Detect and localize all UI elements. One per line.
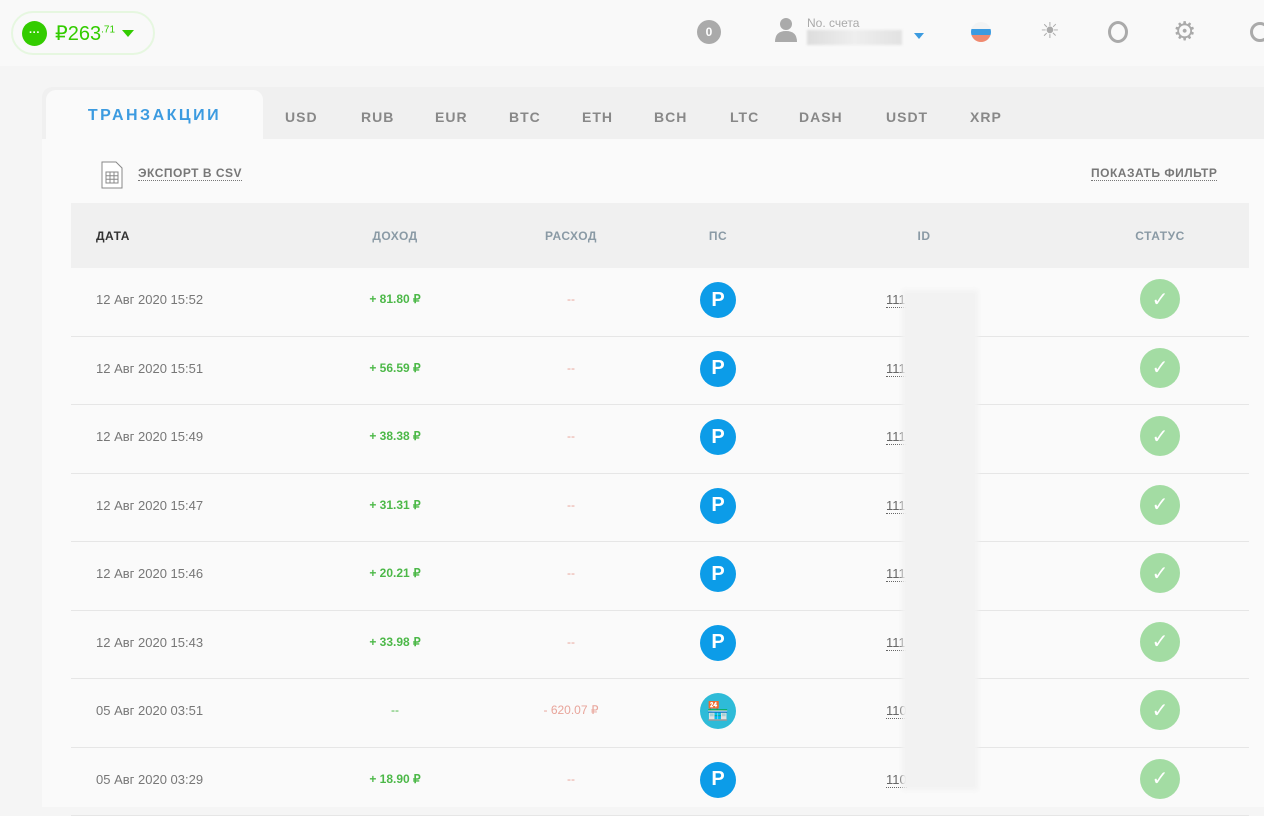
row-expense: -- — [567, 361, 575, 375]
tab-xrp[interactable]: XRP — [970, 109, 1002, 125]
balance-dropdown[interactable]: ··· ₽263.71 — [11, 11, 155, 55]
row-income: + 33.98 ₽ — [369, 635, 420, 649]
row-date: 05 Авг 2020 03:29 — [96, 772, 203, 787]
status-success-icon: ✓ — [1140, 553, 1180, 593]
row-expense: - 620.07 ₽ — [543, 703, 598, 717]
table-row: 12 Авг 2020 15:49 + 38.38 ₽ -- P 111 ✓ — [71, 405, 1249, 474]
row-expense: -- — [567, 429, 575, 443]
balance-amount: ₽263.71 — [55, 21, 115, 46]
row-income: + 81.80 ₽ — [369, 292, 420, 306]
chevron-down-icon — [914, 33, 924, 39]
payeer-icon: P — [700, 282, 736, 318]
support-icon[interactable] — [1108, 21, 1128, 43]
flag-ru-icon[interactable] — [971, 22, 991, 42]
row-income: + 18.90 ₽ — [369, 772, 420, 786]
col-status: СТАТУС — [1135, 229, 1184, 243]
table-row: 12 Авг 2020 15:52 + 81.80 ₽ -- P 111 ✓ — [71, 268, 1249, 337]
gear-icon[interactable]: ⚙ — [1173, 16, 1196, 47]
payeer-icon: P — [700, 556, 736, 592]
shop-icon: 🏪 — [700, 693, 736, 729]
col-ps: ПС — [709, 229, 727, 243]
row-income: + 38.38 ₽ — [369, 429, 420, 443]
row-expense: -- — [567, 566, 575, 580]
payeer-icon: P — [700, 625, 736, 661]
row-date: 12 Авг 2020 15:43 — [96, 635, 203, 650]
col-date: ДАТА — [96, 229, 130, 243]
tab-eth[interactable]: ETH — [582, 109, 613, 125]
status-success-icon: ✓ — [1140, 485, 1180, 525]
row-income: + 56.59 ₽ — [369, 361, 420, 375]
row-expense: -- — [567, 498, 575, 512]
payeer-icon: P — [700, 762, 736, 798]
more-icon: ··· — [22, 21, 47, 46]
row-income: -- — [391, 703, 399, 717]
show-filter-link[interactable]: ПОКАЗАТЬ ФИЛЬТР — [1091, 166, 1217, 181]
tab-rub[interactable]: RUB — [361, 109, 394, 125]
table-row: 05 Авг 2020 03:51 -- - 620.07 ₽ 🏪 110 ✓ — [71, 679, 1249, 748]
tab-dash[interactable]: DASH — [799, 109, 843, 125]
payeer-icon: P — [700, 351, 736, 387]
tab-bar: ТРАНЗАКЦИИ USD RUB EUR BTC ETH BCH LTC D… — [42, 87, 1264, 139]
row-date: 12 Авг 2020 15:46 — [96, 566, 203, 581]
row-expense: -- — [567, 635, 575, 649]
table-row: 05 Авг 2020 03:29 + 18.90 ₽ -- P 110 ✓ — [71, 748, 1249, 816]
status-success-icon: ✓ — [1140, 348, 1180, 388]
status-success-icon: ✓ — [1140, 622, 1180, 662]
status-success-icon: ✓ — [1140, 690, 1180, 730]
export-csv-link[interactable]: ЭКСПОРТ В CSV — [138, 166, 242, 181]
account-selector[interactable]: No. счета — [775, 16, 924, 45]
status-success-icon: ✓ — [1140, 759, 1180, 799]
spreadsheet-icon — [101, 161, 123, 189]
col-expense: РАСХОД — [545, 229, 597, 243]
account-number-redacted — [807, 30, 902, 45]
tab-bch[interactable]: BCH — [654, 109, 687, 125]
payeer-icon: P — [700, 488, 736, 524]
user-icon — [775, 16, 797, 42]
tab-usdt[interactable]: USDT — [886, 109, 928, 125]
table-row: 12 Авг 2020 15:51 + 56.59 ₽ -- P 111 ✓ — [71, 337, 1249, 406]
table-row: 12 Авг 2020 15:47 + 31.31 ₽ -- P 111 ✓ — [71, 474, 1249, 543]
row-date: 12 Авг 2020 15:47 — [96, 498, 203, 513]
row-date: 05 Авг 2020 03:51 — [96, 703, 203, 718]
row-income: + 31.31 ₽ — [369, 498, 420, 512]
table-row: 12 Авг 2020 15:43 + 33.98 ₽ -- P 111 ✓ — [71, 611, 1249, 680]
account-label: No. счета — [807, 16, 902, 30]
tab-ltc[interactable]: LTC — [730, 109, 759, 125]
row-expense: -- — [567, 292, 575, 306]
id-redaction — [902, 290, 978, 790]
sun-icon[interactable]: ☀ — [1040, 18, 1060, 44]
tab-eur[interactable]: EUR — [435, 109, 468, 125]
tab-usd[interactable]: USD — [285, 109, 318, 125]
col-income: ДОХОД — [372, 229, 417, 243]
row-date: 12 Авг 2020 15:51 — [96, 361, 203, 376]
payeer-icon: P — [700, 419, 736, 455]
col-id: ID — [918, 229, 931, 243]
tab-btc[interactable]: BTC — [509, 109, 541, 125]
status-success-icon: ✓ — [1140, 416, 1180, 456]
power-icon[interactable] — [1250, 22, 1264, 42]
row-date: 12 Авг 2020 15:52 — [96, 292, 203, 307]
top-bar: ··· ₽263.71 0 No. счета ☀ ⚙ — [0, 0, 1264, 66]
chevron-down-icon — [122, 30, 134, 37]
row-date: 12 Авг 2020 15:49 — [96, 429, 203, 444]
transactions-panel: ТРАНЗАКЦИИ USD RUB EUR BTC ETH BCH LTC D… — [42, 87, 1264, 807]
status-success-icon: ✓ — [1140, 279, 1180, 319]
row-income: + 20.21 ₽ — [369, 566, 420, 580]
row-expense: -- — [567, 772, 575, 786]
tab-transactions[interactable]: ТРАНЗАКЦИИ — [46, 90, 263, 142]
table-row: 12 Авг 2020 15:46 + 20.21 ₽ -- P 111 ✓ — [71, 542, 1249, 611]
notifications-badge[interactable]: 0 — [697, 20, 721, 44]
table-header: ДАТА ДОХОД РАСХОД ПС ID СТАТУС — [71, 203, 1249, 268]
